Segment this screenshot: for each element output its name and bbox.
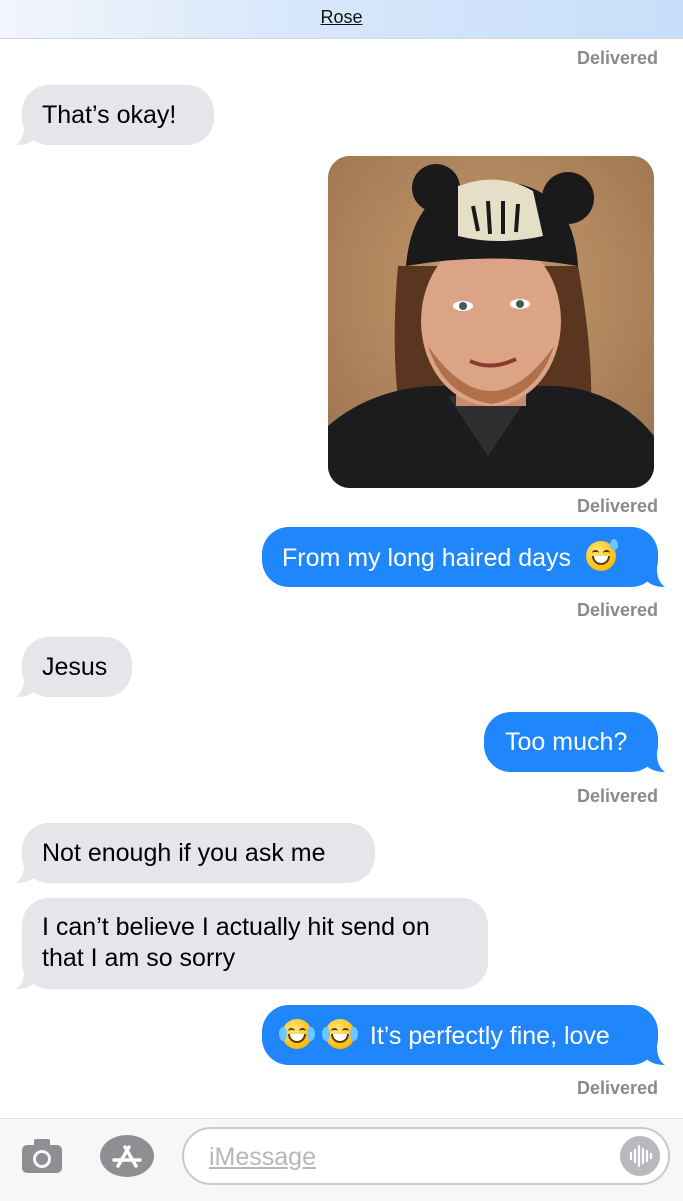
message-input-placeholder: iMessage [209, 1143, 316, 1171]
contact-name[interactable]: Rose [320, 7, 362, 28]
bubble-tail-icon [645, 1043, 665, 1065]
bubble-tail-icon [16, 967, 36, 989]
delivered-status: Delivered [576, 48, 658, 68]
delivered-status: Delivered [576, 1078, 658, 1098]
outgoing-message[interactable]: It’s perfectly fine, love [262, 1005, 665, 1065]
compose-toolbar: iMessage [0, 1118, 683, 1201]
bubble-tail-icon [645, 565, 665, 587]
bubble-tail-icon [16, 675, 36, 697]
message-text: Not enough if you ask me [42, 839, 326, 867]
delivered-status: Delivered [576, 786, 658, 806]
message-text: Too much? [505, 728, 628, 756]
audio-waveform-icon[interactable] [620, 1136, 660, 1176]
tears-of-joy-emoji-icon [321, 1019, 358, 1049]
grinning-sweat-emoji-icon [585, 539, 618, 571]
app-store-icon[interactable] [100, 1135, 154, 1177]
incoming-message[interactable]: Jesus [16, 637, 132, 697]
delivered-status: Delivered [576, 600, 658, 620]
message-text-line: I can’t believe I actually hit send on [42, 913, 430, 941]
outgoing-message[interactable]: Too much? [484, 712, 665, 772]
incoming-message[interactable]: I can’t believe I actually hit send on t… [16, 898, 488, 989]
tears-of-joy-emoji-icon [279, 1019, 315, 1049]
waveform-glyph-icon [629, 1144, 653, 1168]
outgoing-message[interactable]: From my long haired days [262, 527, 665, 587]
camera-icon[interactable] [22, 1139, 62, 1173]
bubble-tail-icon [642, 466, 654, 488]
bubble-tail-icon [645, 750, 665, 772]
delivered-status: Delivered [576, 496, 658, 516]
message-text: It’s perfectly fine, love [369, 1022, 610, 1050]
message-text: From my long haired days [282, 544, 572, 572]
message-input[interactable]: iMessage [182, 1127, 670, 1185]
incoming-message[interactable]: That’s okay! [16, 85, 214, 145]
bubble-tail-icon [16, 861, 36, 883]
sent-photo[interactable] [328, 156, 654, 488]
incoming-message[interactable]: Not enough if you ask me [16, 823, 375, 883]
portrait-image [328, 156, 654, 488]
bubble-tail-icon [16, 123, 36, 145]
message-text: Jesus [42, 653, 108, 681]
conversation-header: Rose [0, 0, 683, 39]
message-text: That’s okay! [42, 101, 177, 129]
message-text-line: that I am so sorry [42, 944, 236, 972]
